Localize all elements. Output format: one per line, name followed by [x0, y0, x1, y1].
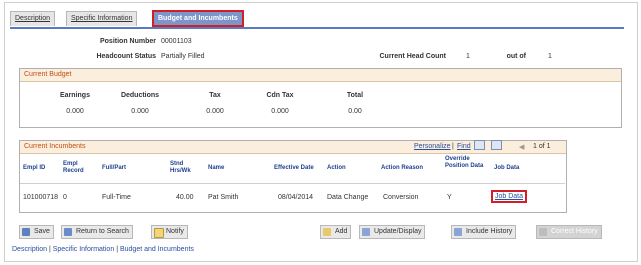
- col-effective-date: Effective Date: [274, 165, 314, 171]
- col-name: Name: [208, 165, 225, 171]
- budget-cdn-tax-value: 0.000: [271, 108, 289, 115]
- budget-cdn-tax-header: Cdn Tax: [266, 92, 294, 99]
- row-action: Data Change: [327, 194, 369, 201]
- current-incumbents-grid: Current Incumbents: [19, 140, 567, 213]
- notify-button[interactable]: Notify: [151, 225, 188, 239]
- first-page-arrow-icon[interactable]: ◀: [519, 143, 524, 151]
- budget-earnings-header: Earnings: [60, 92, 90, 99]
- budget-tax-header: Tax: [209, 92, 221, 99]
- tab-bar: Description Specific Information Budget …: [10, 8, 624, 29]
- save-icon: [22, 228, 30, 236]
- personalize-link[interactable]: Personalize: [414, 143, 451, 150]
- footer-separator: |: [48, 246, 51, 253]
- add-icon: [323, 228, 331, 236]
- tab-budget-and-incumbents[interactable]: Budget and Incumbents: [152, 10, 244, 27]
- col-action-reason: Action Reason: [381, 165, 424, 171]
- footer-link-specific-information[interactable]: Specific Information: [53, 246, 114, 253]
- view-all-icon[interactable]: [474, 140, 485, 150]
- grid-divider: [20, 183, 565, 184]
- col-action: Action: [327, 165, 346, 171]
- envelope-icon: [154, 228, 164, 238]
- current-head-count-label: Current Head Count: [379, 53, 447, 60]
- budget-total-value: 0.00: [348, 108, 362, 115]
- row-override: Y: [447, 194, 452, 201]
- footer-separator: |: [116, 246, 119, 253]
- current-budget-box: Current Budget: [19, 68, 622, 128]
- current-head-count-value: 1: [466, 53, 470, 60]
- position-number-value: 00001103: [161, 38, 192, 45]
- magnifier-icon: [362, 228, 370, 236]
- budget-tax-value: 0.000: [206, 108, 224, 115]
- job-data-link[interactable]: Job Data: [491, 190, 528, 203]
- tab-specific-information[interactable]: Specific Information: [66, 11, 138, 26]
- budget-total-header: Total: [346, 92, 364, 99]
- out-of-label: out of: [506, 53, 526, 60]
- grid-separator: |: [452, 143, 454, 150]
- budget-earnings-value: 0.000: [66, 108, 84, 115]
- row-name: Pat Smith: [208, 194, 239, 201]
- headcount-status-label: Headcount Status: [96, 53, 156, 60]
- correct-history-button: Correct History: [536, 225, 602, 239]
- grid-pager: 1 of 1: [533, 143, 551, 150]
- return-arrow-icon: [64, 228, 72, 236]
- col-full-part: Full/Part: [102, 165, 127, 171]
- headcount-status-value: Partially Filled: [161, 53, 205, 60]
- footer-link-budget-and-incumbents[interactable]: Budget and Incumbents: [120, 246, 194, 253]
- budget-deductions-header: Deductions: [120, 92, 160, 99]
- find-link[interactable]: Find: [457, 143, 471, 150]
- tab-description[interactable]: Description: [10, 11, 56, 26]
- add-button[interactable]: Add: [320, 225, 352, 239]
- return-to-search-button[interactable]: Return to Search: [61, 225, 133, 239]
- update-display-button[interactable]: Update/Display: [359, 225, 426, 239]
- row-std-hrs: 40.00: [176, 194, 194, 201]
- out-of-value: 1: [548, 53, 552, 60]
- save-button[interactable]: Save: [19, 225, 54, 239]
- row-action-reason: Conversion: [383, 194, 419, 201]
- current-budget-header: Current Budget: [20, 69, 621, 82]
- row-empl-id: 101000718: [23, 194, 59, 201]
- footer-links: Description | Specific Information | Bud…: [12, 246, 194, 253]
- include-history-button[interactable]: Include History: [451, 225, 517, 239]
- col-override-position-data: Override Position Data: [445, 156, 484, 169]
- footer-link-description[interactable]: Description: [12, 246, 47, 253]
- row-full-part: Full-Time: [102, 194, 131, 201]
- correct-history-icon: [539, 228, 547, 236]
- col-std-hrs: Stnd Hrs/Wk: [170, 161, 191, 174]
- row-effective-date: 08/04/2014: [278, 194, 314, 201]
- col-job-data: Job Data: [494, 165, 520, 171]
- history-icon: [454, 228, 462, 236]
- budget-deductions-value: 0.000: [131, 108, 149, 115]
- download-grid-icon[interactable]: [491, 140, 502, 150]
- col-empl-id: Empl ID: [23, 165, 46, 171]
- row-empl-record: 0: [63, 194, 67, 201]
- position-number-label: Position Number: [99, 38, 156, 45]
- col-empl-record: Empl Record: [63, 161, 84, 174]
